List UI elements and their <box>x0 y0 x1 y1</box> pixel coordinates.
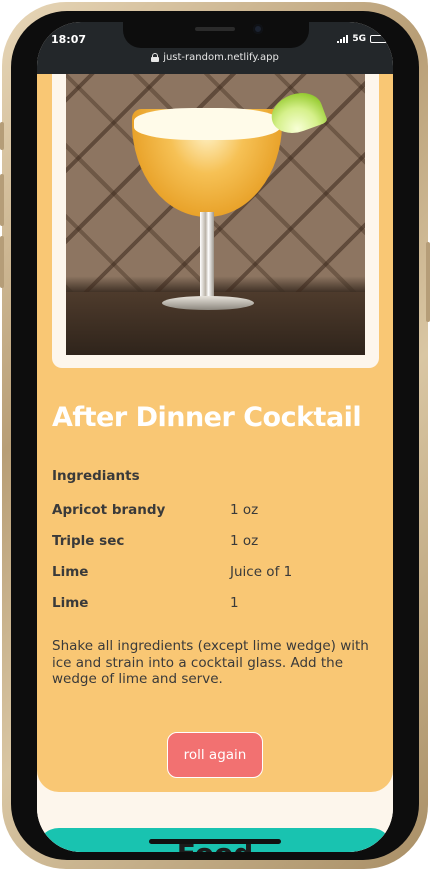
ingredient-row: Apricot brandy 1 oz <box>52 502 372 522</box>
url-text: just-random.netlify.app <box>163 52 279 63</box>
status-indicators: 5G <box>337 34 389 44</box>
ingredient-measure: 1 oz <box>230 502 259 518</box>
camera-icon <box>253 24 263 34</box>
page-content: After Dinner Cocktail Ingrediants Aprico… <box>37 74 393 852</box>
ingredient-row: Lime 1 <box>52 595 372 615</box>
ingredient-name: Lime <box>52 595 89 611</box>
home-indicator[interactable] <box>149 839 281 844</box>
ingredient-name: Triple sec <box>52 533 125 549</box>
ingredient-name: Lime <box>52 564 89 580</box>
network-label: 5G <box>352 34 366 44</box>
ingredient-name: Apricot brandy <box>52 502 166 518</box>
cocktail-photo <box>66 74 365 355</box>
ingredient-row: Lime Juice of 1 <box>52 564 372 584</box>
power-button <box>426 242 430 322</box>
screen: 18:07 5G just-random.netlify.app After D… <box>37 22 393 852</box>
signal-icon <box>337 35 349 43</box>
recipe-card: After Dinner Cocktail Ingrediants Aprico… <box>37 74 393 792</box>
ingredient-measure: 1 oz <box>230 533 259 549</box>
mute-switch <box>0 122 4 150</box>
ingredient-measure: Juice of 1 <box>230 564 293 580</box>
status-time: 18:07 <box>51 33 87 46</box>
roll-again-button[interactable]: roll again <box>167 732 263 778</box>
ingredients-heading: Ingrediants <box>52 468 140 484</box>
drink-title: After Dinner Cocktail <box>52 402 362 433</box>
battery-icon <box>370 35 389 43</box>
notch <box>123 22 309 48</box>
lock-icon <box>151 53 160 62</box>
volume-down-button <box>0 236 4 288</box>
photo-frame <box>52 74 379 368</box>
ingredient-measure: 1 <box>230 595 239 611</box>
volume-up-button <box>0 174 4 226</box>
ingredient-row: Triple sec 1 oz <box>52 533 372 553</box>
address-bar[interactable]: just-random.netlify.app <box>37 52 393 63</box>
speaker <box>195 27 235 31</box>
recipe-instructions: Shake all ingredients (except lime wedge… <box>52 638 369 687</box>
status-bar: 18:07 5G just-random.netlify.app <box>37 22 393 74</box>
